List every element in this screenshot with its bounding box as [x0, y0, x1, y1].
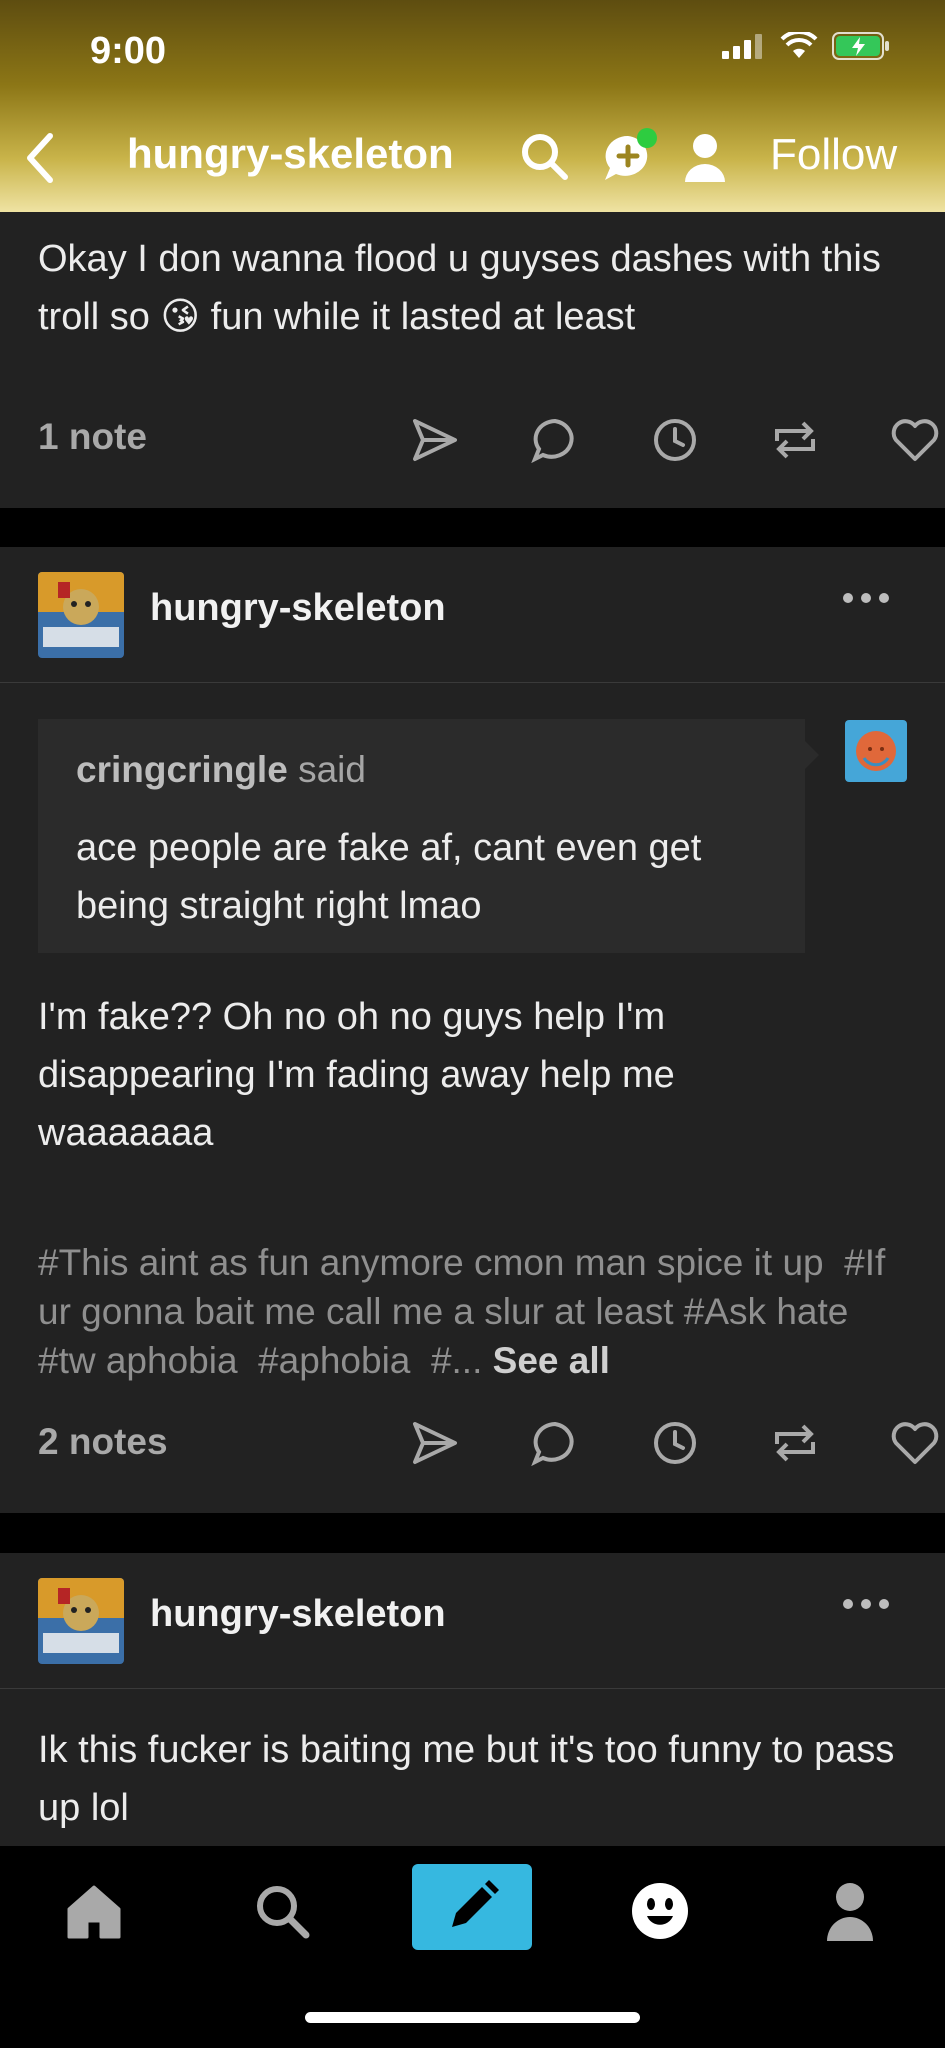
like-icon[interactable] — [855, 1413, 945, 1473]
status-bar: 9:00 — [0, 0, 945, 100]
post-card: Okay I don wanna flood u guyses dashes w… — [0, 212, 945, 508]
tab-activity[interactable] — [610, 1866, 710, 1956]
battery-icon — [832, 32, 889, 60]
share-icon[interactable] — [375, 1413, 495, 1473]
tab-account[interactable] — [800, 1866, 900, 1956]
tag[interactable]: #Ask hate — [684, 1291, 849, 1332]
notes-count[interactable]: 1 note — [38, 416, 147, 458]
reply-icon[interactable] — [495, 410, 615, 470]
back-icon[interactable] — [20, 128, 60, 188]
see-all-tags-link[interactable]: See all — [493, 1340, 610, 1381]
activity-icon — [632, 1883, 688, 1939]
compose-icon — [452, 1880, 499, 1927]
compose-button[interactable] — [412, 1864, 532, 1950]
search-icon[interactable] — [520, 132, 570, 182]
tag[interactable]: #aphobia — [258, 1340, 410, 1381]
post-body: Ik this fucker is baiting me but it's to… — [38, 1729, 895, 1829]
home-icon — [67, 1885, 121, 1939]
said-label: said — [298, 749, 366, 790]
blog-name[interactable]: hungry-skeleton — [150, 587, 446, 630]
post-card: hungry-skeleton Ik this fucker is baitin… — [0, 1553, 945, 1846]
post-tags: #This aint as fun anymore cmon man spice… — [38, 1238, 918, 1385]
ask-text: ace people are fake af, cant even get be… — [76, 827, 702, 927]
signal-icon — [722, 34, 762, 59]
person-icon[interactable] — [683, 132, 727, 182]
queue-icon[interactable] — [615, 1413, 735, 1473]
reblog-icon[interactable] — [735, 1413, 855, 1473]
post-actions — [375, 1413, 945, 1473]
account-icon — [827, 1883, 873, 1941]
post-body: I'm fake?? Oh no oh no guys help I'm dis… — [38, 996, 675, 1154]
tag[interactable]: #tw aphobia — [38, 1340, 238, 1381]
search-icon — [257, 1886, 310, 1939]
like-icon[interactable] — [855, 410, 945, 470]
blog-avatar[interactable] — [38, 572, 124, 658]
blog-nav-bar: hungry-skeleton Follow — [0, 118, 945, 198]
tag[interactable]: #This aint as fun anymore cmon man spice… — [38, 1242, 824, 1283]
notes-count[interactable]: 2 notes — [38, 1421, 168, 1463]
tab-home[interactable] — [44, 1866, 144, 1956]
post-actions — [375, 410, 945, 470]
queue-icon[interactable] — [615, 410, 735, 470]
ask-attribution: cringcringle said — [76, 749, 366, 791]
tag[interactable]: #... — [431, 1340, 482, 1381]
message-blog-icon[interactable] — [600, 128, 660, 186]
more-options-icon[interactable] — [842, 592, 890, 604]
asker-name[interactable]: cringcringle — [76, 749, 288, 790]
reply-icon[interactable] — [495, 1413, 615, 1473]
post-body: Okay I don wanna flood u guyses dashes w… — [38, 238, 881, 338]
ask-bubble: cringcringle said ace people are fake af… — [38, 719, 819, 953]
status-time: 9:00 — [90, 30, 167, 72]
asker-avatar[interactable] — [845, 720, 907, 782]
post-header: hungry-skeleton — [0, 547, 945, 683]
more-options-icon[interactable] — [842, 1598, 890, 1610]
reblog-icon[interactable] — [735, 410, 855, 470]
blog-header: 9:00 hungry-skeleton Follow — [0, 0, 945, 212]
blog-avatar[interactable] — [38, 1578, 124, 1664]
share-icon[interactable] — [375, 410, 495, 470]
blog-title: hungry-skeleton — [127, 130, 454, 177]
follow-button[interactable]: Follow — [770, 130, 897, 180]
post-header: hungry-skeleton — [0, 1553, 945, 1689]
wifi-icon — [780, 32, 818, 58]
tab-search[interactable] — [232, 1866, 332, 1956]
blog-name[interactable]: hungry-skeleton — [150, 1593, 446, 1636]
home-indicator — [305, 2012, 640, 2023]
